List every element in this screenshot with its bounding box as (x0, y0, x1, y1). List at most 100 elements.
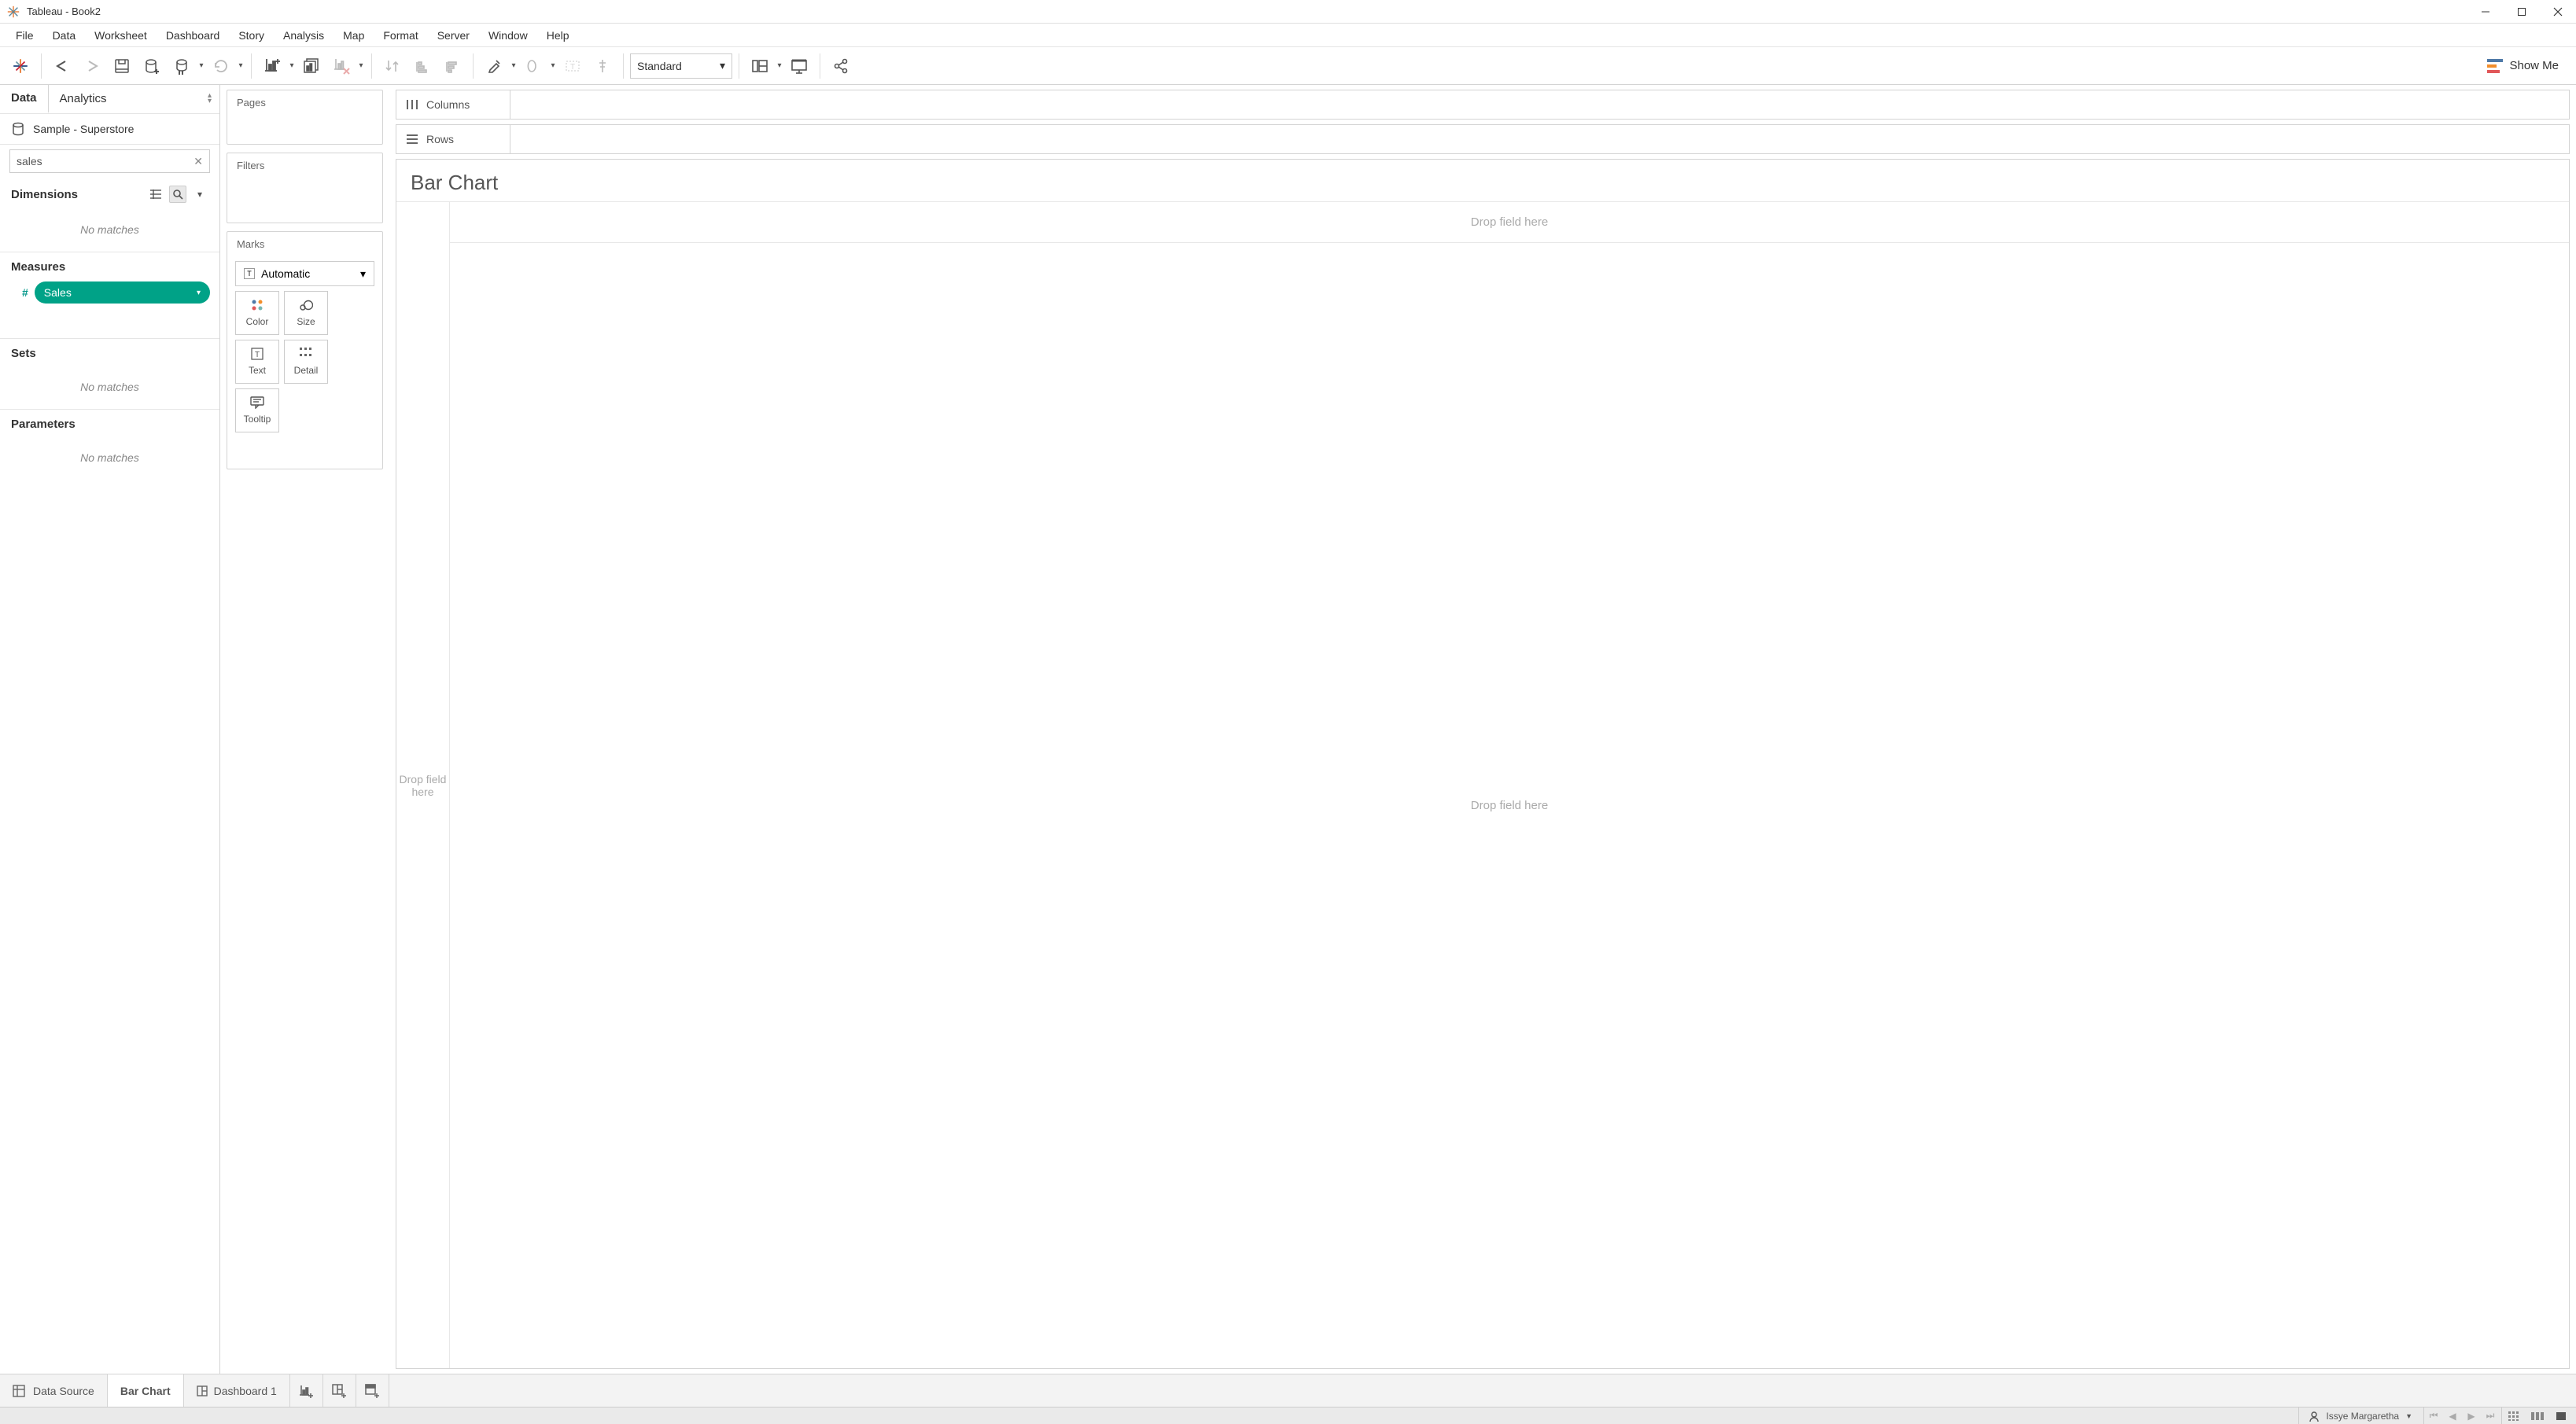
nav-first-button[interactable]: ⏮ (2427, 1410, 2440, 1422)
analytics-tab[interactable]: Analytics ▴▾ (48, 85, 219, 113)
dimensions-nomatch: No matches (0, 208, 219, 252)
field-sales[interactable]: Sales ▾ (35, 281, 210, 304)
new-worksheet-button[interactable] (258, 52, 286, 80)
rows-shelf[interactable]: Rows (396, 124, 2570, 154)
menu-story[interactable]: Story (229, 26, 274, 45)
window-close-button[interactable] (2540, 0, 2576, 24)
menu-server[interactable]: Server (428, 26, 479, 45)
field-label: Sales (44, 286, 72, 299)
fit-select[interactable]: Standard ▾ (630, 53, 732, 79)
swap-button[interactable] (378, 52, 407, 80)
pages-card[interactable]: Pages (227, 90, 383, 145)
show-me-button[interactable]: Show Me (2476, 59, 2570, 73)
highlight-button[interactable] (480, 52, 508, 80)
view-filmstrip-icon[interactable] (2529, 1412, 2546, 1420)
menu-dashboard[interactable]: Dashboard (157, 26, 230, 45)
menu-analysis[interactable]: Analysis (274, 26, 334, 45)
undo-button[interactable] (48, 52, 76, 80)
svg-text:T: T (255, 351, 260, 359)
user-section[interactable]: Issye Margaretha ▼ (2298, 1407, 2422, 1424)
search-icon[interactable] (169, 186, 186, 203)
group-dropdown[interactable]: ▾ (549, 52, 557, 80)
sheet-title[interactable]: Bar Chart (396, 160, 2569, 201)
dimensions-header: Dimensions (11, 188, 78, 201)
nav-last-button[interactable]: ⏭ (2484, 1410, 2497, 1422)
window-minimize-button[interactable] (2467, 0, 2504, 24)
field-menu-caret[interactable]: ▾ (197, 289, 201, 297)
highlight-dropdown[interactable]: ▾ (510, 52, 518, 80)
save-button[interactable] (108, 52, 136, 80)
clear-sheet-button[interactable] (327, 52, 356, 80)
data-panel: Data Analytics ▴▾ Sample - Superstore ✕ … (0, 85, 220, 1374)
new-worksheet-dropdown[interactable]: ▾ (288, 52, 296, 80)
sets-nomatch: No matches (0, 365, 219, 409)
marks-type-select[interactable]: TAutomatic ▾ (235, 261, 374, 286)
number-icon: # (22, 286, 28, 299)
menubar: File Data Worksheet Dashboard Story Anal… (0, 24, 2576, 47)
menu-data[interactable]: Data (43, 26, 86, 45)
nav-prev-button[interactable]: ◀ (2446, 1411, 2459, 1422)
dashboard-icon (197, 1385, 208, 1396)
cards-dropdown[interactable]: ▾ (776, 52, 783, 80)
menu-window[interactable]: Window (479, 26, 537, 45)
datasource-item[interactable]: Sample - Superstore (0, 113, 219, 144)
menu-help[interactable]: Help (537, 26, 579, 45)
sheet-tab-barchart[interactable]: Bar Chart (108, 1374, 184, 1407)
drop-rows-area[interactable]: Drop field here (396, 202, 450, 1368)
show-me-icon (2487, 59, 2503, 73)
clear-search-button[interactable]: ✕ (193, 155, 203, 168)
menu-format[interactable]: Format (374, 26, 427, 45)
cards-column: Pages Filters Marks TAutomatic ▾ Color S… (220, 85, 389, 1374)
redo-button[interactable] (78, 52, 106, 80)
columns-shelf[interactable]: Columns (396, 90, 2570, 120)
group-button[interactable] (519, 52, 547, 80)
share-button[interactable] (827, 52, 855, 80)
menu-file[interactable]: File (6, 26, 43, 45)
view-grid-icon[interactable] (2505, 1411, 2523, 1421)
mark-tooltip-button[interactable]: Tooltip (235, 388, 279, 432)
refresh-button[interactable] (207, 52, 235, 80)
datasource-tab[interactable]: Data Source (0, 1374, 108, 1407)
filters-card[interactable]: Filters (227, 153, 383, 223)
drop-main-area[interactable]: Drop field here (450, 243, 2569, 1368)
mark-text-button[interactable]: T Text (235, 340, 279, 384)
tableau-icon[interactable] (6, 52, 35, 80)
new-datasource-button[interactable] (138, 52, 166, 80)
menu-worksheet[interactable]: Worksheet (85, 26, 157, 45)
nav-next-button[interactable]: ▶ (2465, 1411, 2478, 1422)
measures-header: Measures (11, 260, 65, 274)
duplicate-sheet-button[interactable] (297, 52, 326, 80)
new-story-tab-button[interactable] (356, 1374, 389, 1407)
database-icon (11, 122, 25, 136)
drop-columns-area[interactable]: Drop field here (450, 202, 2569, 243)
window-maximize-button[interactable] (2504, 0, 2540, 24)
pause-updates-button[interactable] (168, 52, 196, 80)
view-single-icon[interactable] (2552, 1412, 2570, 1420)
mark-color-button[interactable]: Color (235, 291, 279, 335)
data-tab[interactable]: Data (0, 85, 48, 113)
presentation-button[interactable] (785, 52, 813, 80)
show-cards-button[interactable] (746, 52, 774, 80)
sheet-tab-dashboard1[interactable]: Dashboard 1 (184, 1374, 290, 1407)
pin-button[interactable] (588, 52, 617, 80)
refresh-dropdown[interactable]: ▾ (237, 52, 245, 80)
labels-button[interactable]: T (558, 52, 587, 80)
sort-desc-button[interactable] (438, 52, 466, 80)
menu-dropdown-icon[interactable]: ▾ (191, 186, 208, 203)
tableau-logo-icon (6, 5, 20, 19)
pause-dropdown[interactable]: ▾ (197, 52, 205, 80)
titlebar: Tableau - Book2 (0, 0, 2576, 24)
search-text[interactable] (17, 155, 193, 167)
menu-map[interactable]: Map (334, 26, 374, 45)
new-dashboard-tab-button[interactable] (323, 1374, 356, 1407)
mark-size-button[interactable]: Size (284, 291, 328, 335)
mark-detail-button[interactable]: Detail (284, 340, 328, 384)
field-search-input[interactable]: ✕ (9, 149, 210, 173)
user-name: Issye Margaretha (2326, 1411, 2399, 1422)
parameters-nomatch: No matches (0, 436, 219, 480)
view-list-icon[interactable] (147, 186, 164, 203)
clear-dropdown[interactable]: ▾ (357, 52, 365, 80)
new-worksheet-tab-button[interactable] (290, 1374, 323, 1407)
sort-asc-button[interactable] (408, 52, 437, 80)
parameters-header: Parameters (11, 418, 76, 431)
